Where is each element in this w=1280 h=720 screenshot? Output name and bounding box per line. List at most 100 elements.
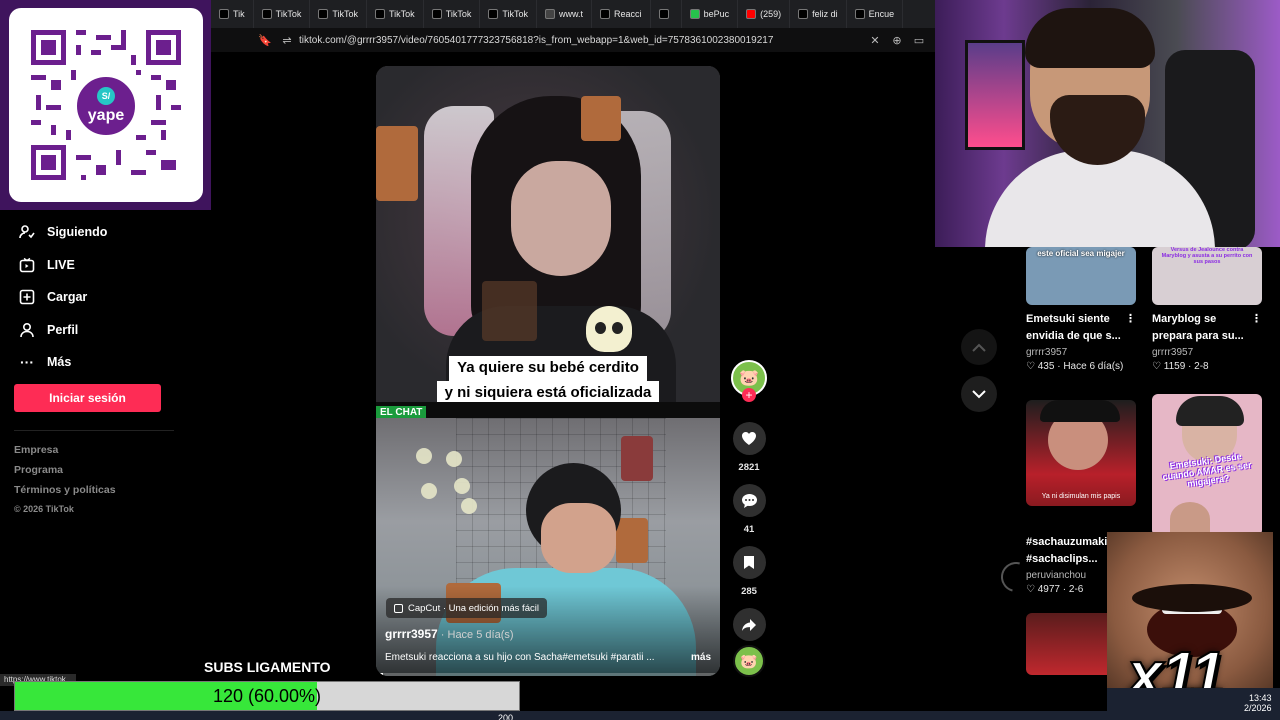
tab-favicon-icon (318, 9, 329, 19)
url-text[interactable]: tiktok.com/@grrrr3957/video/760540177732… (299, 35, 773, 46)
sidebar-divider (14, 430, 174, 431)
reader-mode-icon[interactable]: ✕ (867, 32, 883, 48)
like-action[interactable]: 2821 (730, 422, 768, 473)
tab-favicon-icon (488, 9, 499, 19)
video-caption: Ya quiere su bebé cerdito y ni siquiera … (433, 356, 663, 406)
more-dots-icon: ··· (20, 354, 34, 371)
post-age: 2-8 (1194, 361, 1209, 372)
capcut-icon (394, 603, 403, 613)
recommendation-card[interactable]: Emetsuki: Desde cuando AMAR es ser migaj… (1152, 394, 1262, 536)
browser-tab[interactable]: (259) (738, 0, 791, 28)
browser-tab[interactable]: Reacci (592, 0, 651, 28)
more-options-icon[interactable]: ⋮ (1125, 311, 1136, 345)
tab-favicon-icon (261, 9, 272, 19)
capcut-badge[interactable]: CapCut · Una edición más fácil (386, 598, 547, 618)
author-name[interactable]: grrrr3957 (385, 627, 438, 641)
tab-favicon-icon (219, 9, 229, 19)
site-info-icon[interactable]: ⇌ (279, 32, 295, 48)
meme-sticker (616, 518, 648, 563)
tab-favicon-icon (798, 9, 809, 19)
video-thumbnail[interactable]: Versus de Jealounce contra Maryblog y as… (1152, 247, 1262, 305)
browser-tab[interactable]: TikTok (480, 0, 538, 28)
browser-tab[interactable] (651, 0, 682, 28)
recommendation-author[interactable]: grrrr3957 (1152, 347, 1262, 358)
browser-tab[interactable]: TikTok (254, 0, 311, 28)
address-bar[interactable]: 🔖 ⇌ tiktok.com/@grrrr3957/video/76054017… (211, 28, 935, 52)
login-button[interactable]: Iniciar sesión (14, 384, 161, 412)
bookmark-icon[interactable]: 🔖 (257, 32, 273, 48)
yape-logo-text: yape (87, 107, 125, 124)
clock-date: 2/2026 (1244, 703, 1272, 713)
video-thumbnail[interactable]: Emetsuki: Desde cuando AMAR es ser migaj… (1152, 394, 1262, 536)
tab-label: TikTok (389, 9, 415, 19)
recommendation-title-text: Emetsuki siente envidia de que s... (1026, 313, 1121, 342)
recommendation-title[interactable]: Maryblog se prepara para su... ⋮ (1152, 311, 1262, 345)
recommendation-column-right: Versus de Jealounce contra Maryblog y as… (1152, 247, 1262, 536)
thumbnail-text: este oficial sea migajer (1037, 249, 1125, 258)
subs-goal-target: 200 (498, 713, 514, 720)
sidebar-item-siguiendo[interactable]: Siguiendo (18, 216, 198, 249)
browser-tab[interactable]: TikTok (424, 0, 481, 28)
comment-count: 41 (743, 524, 755, 535)
more-link[interactable]: más (691, 652, 711, 663)
sidebar-item-perfil[interactable]: Perfil (18, 314, 198, 347)
zoom-icon[interactable]: ⊕ (889, 32, 905, 48)
save-action[interactable]: 285 (730, 546, 768, 597)
tab-favicon-icon (375, 9, 386, 19)
footer-link-terminos[interactable]: Términos y políticas (14, 484, 116, 504)
more-options-icon[interactable]: ⋮ (1251, 311, 1262, 345)
video-player[interactable]: Ya quiere su bebé cerdito y ni siquiera … (376, 66, 720, 676)
browser-tab[interactable]: TikTok (310, 0, 368, 28)
browser-tab[interactable]: TikTok (367, 0, 424, 28)
system-clock[interactable]: 13:43 2/2026 (1244, 693, 1272, 713)
music-disc-avatar[interactable]: 🐷 (733, 645, 765, 677)
recommendation-card[interactable]: Versus de Jealounce contra Maryblog y as… (1152, 247, 1262, 372)
sidebar-item-cargar[interactable]: Cargar (18, 281, 198, 314)
tab-label: www.t (559, 9, 584, 19)
tab-favicon-icon (746, 9, 757, 19)
skull-icon (446, 451, 462, 467)
share-arrow-icon[interactable] (732, 608, 766, 641)
profile-icon (18, 321, 36, 339)
comment-action[interactable]: 41 (730, 484, 768, 535)
video-thumbnail[interactable]: este oficial sea migajer (1026, 247, 1136, 305)
footer-link-programa[interactable]: Programa (14, 464, 116, 484)
tab-label: TikTok (502, 9, 529, 19)
sidebar-item-mas[interactable]: ··· Más (18, 346, 198, 379)
footer-link-empresa[interactable]: Empresa (14, 444, 116, 464)
next-video-button[interactable] (961, 376, 997, 412)
like-count: 2821 (738, 462, 760, 473)
follow-plus-button[interactable]: + (742, 388, 756, 402)
browser-tab[interactable]: feliz di (790, 0, 847, 28)
comment-icon[interactable] (732, 484, 766, 517)
browser-tab[interactable]: www.t (537, 0, 593, 28)
skull-icon (461, 498, 477, 514)
previous-video-button[interactable] (961, 329, 997, 365)
recommendation-author[interactable]: grrrr3957 (1026, 347, 1136, 358)
tab-favicon-icon (431, 9, 442, 19)
subs-goal-bar: 120 (60.00%) (14, 681, 520, 711)
sidebar-footer: Empresa Programa Términos y políticas © … (14, 444, 116, 518)
capcut-label: CapCut · Una edición más fácil (408, 602, 539, 614)
browser-tab[interactable]: Encue (847, 0, 904, 28)
cast-icon[interactable]: ▭ (911, 32, 927, 48)
video-progress-bar[interactable] (376, 673, 720, 676)
recommendation-card[interactable]: este oficial sea migajer Emetsuki siente… (1026, 247, 1136, 372)
browser-tab[interactable]: Tik (211, 0, 254, 28)
thumbnail-face-small (1170, 502, 1210, 536)
chevron-down-icon (972, 389, 986, 398)
video-description: Emetsuki reacciona a su hijo con Sacha#e… (385, 652, 711, 663)
browser-tab[interactable]: bePuc (682, 0, 739, 28)
like-count: 435 (1037, 361, 1055, 372)
recommendation-title[interactable]: Emetsuki siente envidia de que s... ⋮ (1026, 311, 1136, 345)
post-age: 2-6 (1068, 584, 1084, 595)
upload-plus-icon (18, 288, 36, 306)
video-author[interactable]: grrrr3957 · Hace 5 día(s) (385, 627, 514, 641)
recommendation-title-text: Maryblog se prepara para su... (1152, 313, 1244, 342)
sidebar-item-live[interactable]: LIVE (18, 249, 198, 282)
heart-icon[interactable] (732, 422, 766, 455)
skull-icon (454, 478, 470, 494)
clock-time: 13:43 (1249, 693, 1272, 703)
video-thumbnail[interactable]: Ya ni disimulan mis papis (1026, 400, 1136, 506)
bookmark-icon[interactable] (732, 546, 766, 579)
